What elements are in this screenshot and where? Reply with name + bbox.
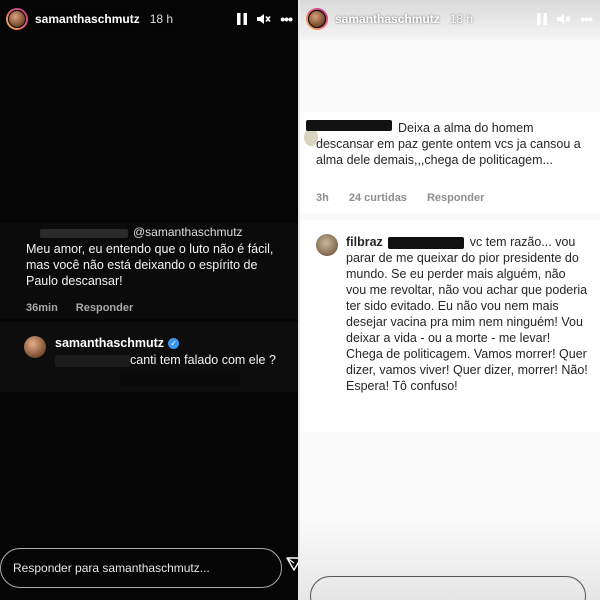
reply-avatar[interactable] [24,336,46,358]
censor-bar [55,354,130,367]
comment-card: filbraz vc tem razão... vou parar de me … [300,220,600,432]
left-story: samanthaschmutz 18 h ••• @samanthaschmut… [0,0,300,600]
avatar[interactable] [6,8,28,30]
comment-text: Meu amor, eu entendo que o luto não é fá… [26,242,274,288]
story-header: samanthaschmutz 18 h ••• [0,0,300,38]
story-username[interactable]: samanthaschmutz [35,12,140,26]
comment-avatar[interactable] [316,234,338,256]
comment-text: vc tem razão... vou parar de me queixar … [346,235,588,393]
mute-icon[interactable] [256,12,272,26]
reply-box[interactable] [310,576,586,600]
pause-icon[interactable] [536,12,548,26]
comment-body: filbraz vc tem razão... vou parar de me … [346,234,588,394]
censor-bar [120,372,240,386]
reply-box[interactable] [0,548,282,588]
comment-username[interactable]: filbraz [346,235,383,249]
more-icon[interactable]: ••• [580,12,593,26]
story-username[interactable]: samanthaschmutz [335,12,440,26]
mute-icon[interactable] [556,12,572,26]
comment-time: 36min [26,302,58,314]
verified-badge-icon: ✓ [168,337,180,349]
censor-bar [40,229,128,238]
story-header: samanthaschmutz 18 h ••• [300,0,600,38]
comment-time: 3h [316,192,329,204]
comment-card: Deixa a alma do homem descansar em paz g… [300,112,600,214]
comment-meta: 36min Responder [0,289,300,319]
pause-icon[interactable] [236,12,248,26]
comment-mention[interactable]: @samanthaschmutz [133,225,243,239]
comment-meta: 3h 24 curtidas Responder [316,192,504,204]
comment-text: Deixa a alma do homem descansar em paz g… [316,121,581,167]
avatar[interactable] [306,8,328,30]
reply-input[interactable] [13,561,281,575]
reply-input[interactable] [323,589,585,600]
censor-bar [388,236,465,249]
likes-count[interactable]: 24 curtidas [349,192,407,204]
reply-link[interactable]: Responder [427,192,484,204]
story-time: 18 h [449,12,474,26]
reply-username[interactable]: samanthaschmutz [55,336,164,350]
reply-text: canti tem falado com ele ? [130,353,276,367]
right-story: samanthaschmutz 18 h ••• Deixa a alma do… [300,0,600,600]
reply-link[interactable]: Responder [76,302,133,314]
comment-card: @samanthaschmutz Meu amor, eu entendo qu… [0,223,300,319]
story-time: 18 h [149,12,174,26]
more-icon[interactable]: ••• [280,12,293,26]
